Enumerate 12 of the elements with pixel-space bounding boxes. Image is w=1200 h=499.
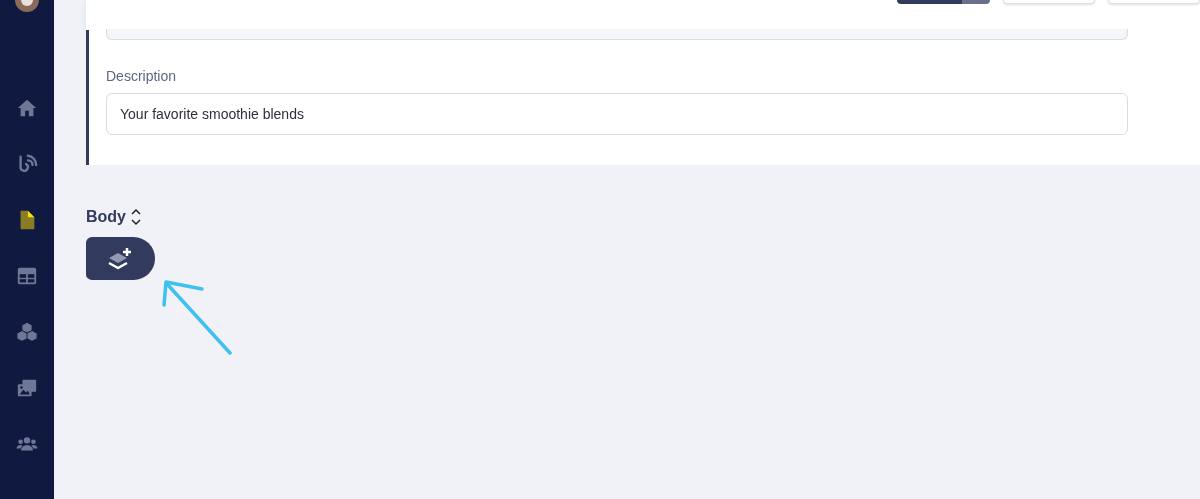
input-field[interactable]: [106, 29, 1128, 40]
field-label: Description: [106, 67, 178, 85]
table-icon: [16, 265, 38, 287]
sort-icon[interactable]: [130, 208, 142, 226]
input-field[interactable]: Your favorite smoothie blends: [106, 93, 1128, 135]
webhook-icon: [16, 153, 38, 175]
section-title: Body: [86, 207, 126, 227]
images-icon: [16, 377, 38, 399]
add-block-button[interactable]: [86, 237, 155, 280]
avatar: [15, 0, 39, 13]
home-icon: [16, 97, 38, 119]
cubes-icon: [16, 321, 38, 343]
